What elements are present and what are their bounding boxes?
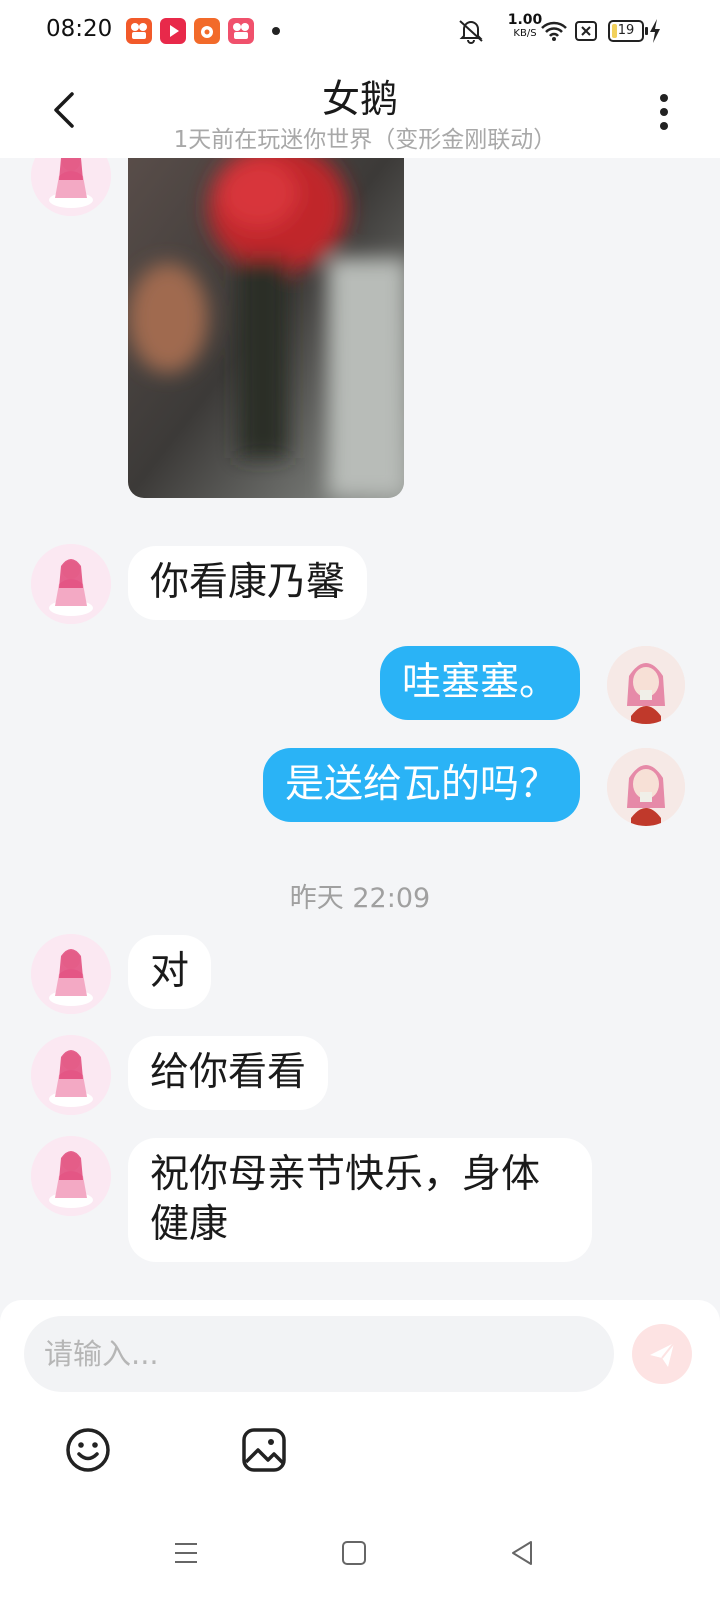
more-options-button[interactable] <box>652 90 676 134</box>
flower-photo[interactable] <box>128 158 404 498</box>
network-speed-value: 1.00 <box>507 12 543 28</box>
incoming-message[interactable]: 给你看看 <box>128 1036 329 1110</box>
notification-dot-icon <box>272 27 280 35</box>
avatar-image <box>607 646 685 724</box>
contact-avatar[interactable] <box>31 934 111 1014</box>
status-bar: 08:20 1.00 KB/S 19 <box>0 0 720 62</box>
message-input[interactable] <box>24 1316 614 1392</box>
avatar-image <box>31 1035 111 1115</box>
my-avatar[interactable] <box>607 646 685 724</box>
recents-button[interactable] <box>171 1538 201 1568</box>
system-nav-bar <box>0 1500 720 1600</box>
video-app-icon <box>160 18 186 44</box>
battery-icon: 19 <box>608 20 648 42</box>
status-time: 08:20 <box>46 16 113 42</box>
message-line: 祝你母亲节快乐，身体 <box>150 1152 541 1197</box>
no-sim-icon <box>575 21 597 41</box>
emoji-button[interactable] <box>62 1424 114 1476</box>
avatar-image <box>607 748 685 826</box>
wifi-icon <box>541 21 567 41</box>
contact-status: 1天前在玩迷你世界（变形金刚联动） <box>173 127 557 153</box>
incoming-message[interactable]: 对 <box>128 935 212 1009</box>
send-icon <box>650 1342 675 1367</box>
incoming-message[interactable]: 祝你母亲节快乐，身体 健康 <box>128 1138 592 1262</box>
outgoing-message[interactable]: 哇塞塞。 <box>379 646 580 720</box>
network-speed-unit: KB/S <box>513 28 537 39</box>
image-icon <box>242 1428 286 1472</box>
carnation-photo-image <box>128 158 404 498</box>
image-button[interactable] <box>238 1424 290 1476</box>
kuaishou-lite-app-icon <box>228 18 254 44</box>
avatar-image <box>31 934 111 1014</box>
back-nav-button[interactable] <box>507 1538 537 1568</box>
message-list[interactable]: 你看康乃馨 哇塞塞。 是送给瓦的吗？ 昨天 22:09 对 给你看看 祝你母亲节… <box>0 158 720 1276</box>
kuaishou-app-icon <box>126 18 152 44</box>
chat-header: 女鹅 1天前在玩迷你世界（变形金刚联动） <box>0 62 720 158</box>
home-button[interactable] <box>339 1538 369 1568</box>
more-vertical-icon <box>660 94 668 130</box>
home-square-icon <box>342 1541 366 1565</box>
contact-avatar[interactable] <box>31 1035 111 1115</box>
avatar-image <box>31 158 111 216</box>
emoji-icon <box>66 1428 110 1472</box>
contact-avatar[interactable] <box>31 1136 111 1216</box>
message-timestamp: 昨天 22:09 <box>289 883 431 914</box>
message-line: 健康 <box>150 1202 229 1247</box>
avatar-image <box>31 1136 111 1216</box>
contact-avatar[interactable] <box>31 544 111 624</box>
mute-icon <box>459 20 483 44</box>
menu-icon <box>175 1543 197 1563</box>
avatar-image <box>31 544 111 624</box>
game-app-icon <box>194 18 220 44</box>
my-avatar[interactable] <box>607 748 685 826</box>
network-speed: 1.00 KB/S <box>506 12 544 40</box>
triangle-back-icon <box>512 1541 532 1565</box>
send-button[interactable] <box>632 1324 692 1384</box>
outgoing-message[interactable]: 是送给瓦的吗？ <box>262 748 580 822</box>
charging-icon <box>650 19 660 43</box>
contact-name: 女鹅 <box>321 77 398 121</box>
incoming-message[interactable]: 你看康乃馨 <box>128 546 368 620</box>
contact-avatar[interactable] <box>31 158 111 216</box>
